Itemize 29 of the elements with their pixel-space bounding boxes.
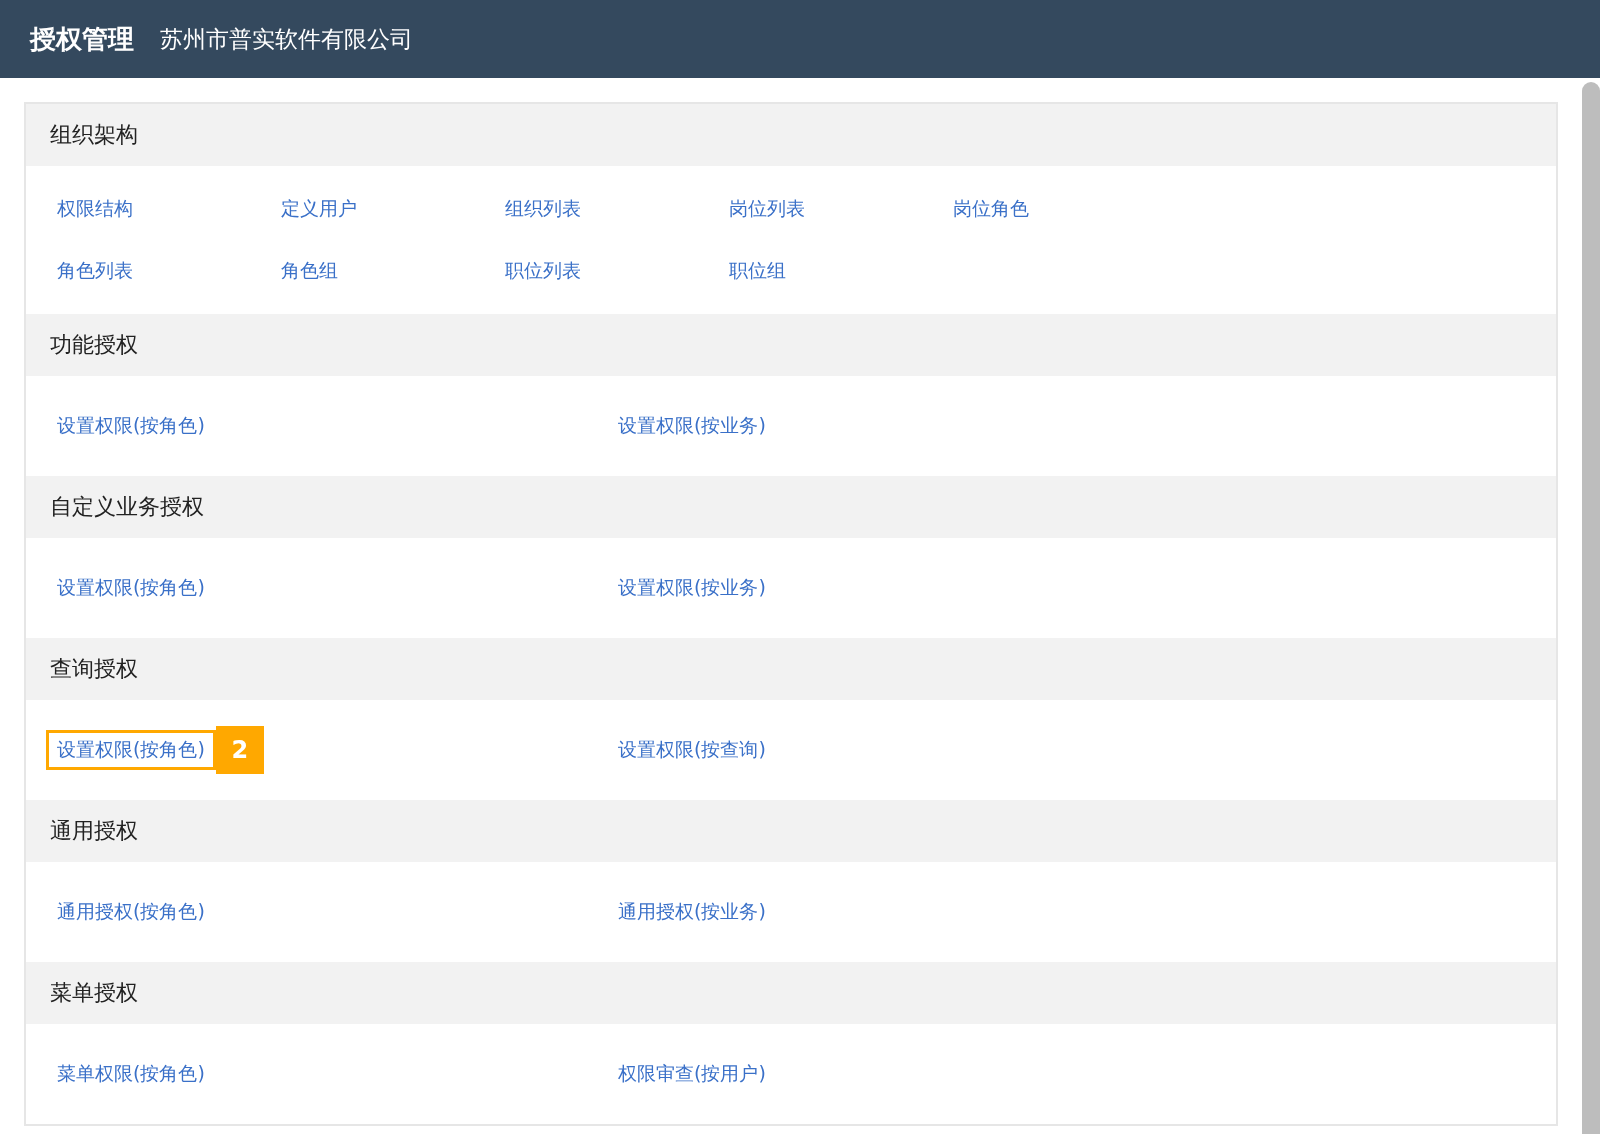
page-title: 授权管理 [30, 22, 134, 56]
permission-link[interactable]: 组织列表 [494, 189, 592, 229]
permission-link[interactable]: 角色列表 [46, 251, 144, 291]
step-badge: 2 [215, 726, 264, 774]
permission-link[interactable]: 角色组 [270, 251, 349, 291]
section-title: 菜单授权 [50, 979, 138, 1007]
permission-link[interactable]: 职位组 [718, 251, 797, 291]
permission-link[interactable]: 通用授权(按角色) [46, 892, 216, 932]
company-name: 苏州市普实软件有限公司 [160, 24, 413, 54]
permission-link[interactable]: 岗位列表 [718, 189, 816, 229]
permission-link[interactable]: 设置权限(按业务) [607, 568, 777, 608]
permission-link[interactable]: 权限审查(按用户) [607, 1054, 777, 1094]
permission-link[interactable]: 岗位角色 [942, 189, 1040, 229]
permission-link[interactable]: 通用授权(按业务) [607, 892, 777, 932]
permission-link[interactable]: 设置权限(按业务) [607, 406, 777, 446]
permission-link[interactable]: 设置权限(按角色) [46, 730, 216, 770]
permission-link[interactable]: 设置权限(按角色) [46, 568, 216, 608]
permission-link[interactable]: 定义用户 [270, 189, 368, 229]
permission-link[interactable]: 权限结构 [46, 189, 144, 229]
section-title: 功能授权 [50, 331, 138, 359]
permission-link[interactable]: 设置权限(按查询) [607, 730, 777, 770]
permission-link[interactable]: 职位列表 [494, 251, 592, 291]
scrollbar-thumb[interactable] [1582, 82, 1600, 1134]
section-title: 组织架构 [50, 121, 138, 149]
section-title: 通用授权 [50, 817, 138, 845]
permission-link[interactable]: 设置权限(按角色) [46, 406, 216, 446]
section-title: 查询授权 [50, 655, 138, 683]
section-title: 自定义业务授权 [50, 493, 204, 521]
permission-link[interactable]: 菜单权限(按角色) [46, 1054, 216, 1094]
